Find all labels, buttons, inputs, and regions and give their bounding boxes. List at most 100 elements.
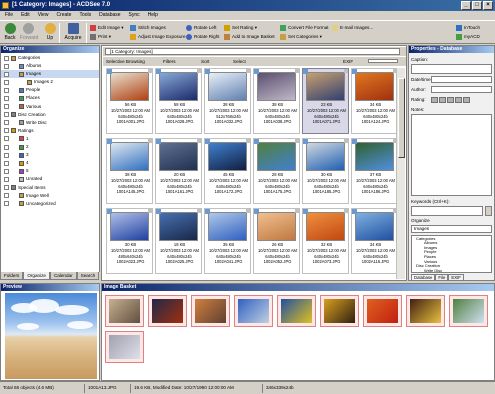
tag-checkbox[interactable] xyxy=(197,209,201,213)
keywords-button[interactable] xyxy=(485,206,492,216)
thumbnail[interactable]: 26 KB 10/27/2003 12:00 AM 640x480x24b 1002A… xyxy=(253,208,300,274)
thumbnail[interactable]: 56 KB 10/27/2003 12:00 AM 640x480x24b 1001A… xyxy=(106,68,153,134)
thumbnail[interactable]: 32 KB 10/27/2003 12:00 AM 640x480x24b 1002A… xyxy=(302,208,349,274)
back-button[interactable]: Back xyxy=(2,22,18,41)
select-button[interactable]: Select xyxy=(233,57,246,66)
intouch-button[interactable]: InTouch xyxy=(456,24,480,32)
minimize-button[interactable]: _ xyxy=(461,1,471,10)
zoom-slider[interactable] xyxy=(368,59,398,63)
tree-checkbox[interactable] xyxy=(4,128,9,134)
tag-checkbox[interactable] xyxy=(148,139,152,143)
basket-item[interactable] xyxy=(320,295,359,327)
tree-item[interactable]: 5 xyxy=(1,167,99,175)
tag-checkbox[interactable] xyxy=(148,69,152,73)
properties-tree-item[interactable]: Write Disc xyxy=(424,268,442,274)
menu-file[interactable]: File xyxy=(5,11,13,20)
thumbnail[interactable]: 38 KB 10/27/2003 12:00 AM 640x480x24b 1001A… xyxy=(106,138,153,204)
thumbnail[interactable]: 45 KB 10/27/2003 12:00 AM 640x480x24b 1001A… xyxy=(204,138,251,204)
tree-checkbox[interactable] xyxy=(4,63,9,69)
thumbnail[interactable]: 58 KB 10/27/2003 12:00 AM 640x480x24b 1001A… xyxy=(155,68,202,134)
tag-checkbox[interactable] xyxy=(295,209,299,213)
convert-format-button[interactable]: Convert File Format xyxy=(280,24,329,32)
tab-search[interactable]: Search xyxy=(76,272,100,280)
tag-checkbox[interactable] xyxy=(295,69,299,73)
tree-item[interactable]: Write Disc xyxy=(1,119,99,127)
tag-checkbox[interactable] xyxy=(197,139,201,143)
tab-organize[interactable]: Organize xyxy=(23,272,50,280)
tree-checkbox[interactable] xyxy=(4,112,9,118)
up-button[interactable]: Up xyxy=(42,22,58,41)
adjust-exposure-button[interactable]: Adjust Image Exposure xyxy=(130,33,186,41)
thumbnail[interactable]: 18 KB 10/27/2003 12:00 AM 640x480x24b 1002A… xyxy=(155,208,202,274)
menu-create[interactable]: Create xyxy=(56,11,71,20)
stitch-button[interactable]: Stitch Images xyxy=(130,24,166,32)
set-categories-button[interactable]: Set Categories ▾ xyxy=(280,33,322,41)
maximize-button[interactable]: □ xyxy=(472,1,482,10)
thumbnail[interactable]: 34 KB 10/27/2003 12:00 AM 640x480x24b 1001A… xyxy=(351,68,398,134)
tree-item[interactable]: People xyxy=(1,86,99,94)
tag-checkbox[interactable] xyxy=(148,209,152,213)
add-basket-button[interactable]: Add to Image Basket xyxy=(224,33,275,41)
keywords-field[interactable] xyxy=(411,206,483,216)
tree-checkbox[interactable] xyxy=(4,87,9,93)
tree-checkbox[interactable] xyxy=(4,152,9,158)
author-field[interactable] xyxy=(431,86,492,93)
tree-item[interactable]: Various xyxy=(1,103,99,111)
tab-database[interactable]: Database xyxy=(411,274,436,281)
menu-sync[interactable]: Sync xyxy=(129,11,140,20)
thumbnail[interactable]: 23 KB 10/27/2003 12:00 AM 640x480x24b 1001A… xyxy=(302,68,349,134)
email-button[interactable]: E-mail Images... xyxy=(332,24,373,32)
tree-checkbox[interactable] xyxy=(4,176,9,182)
basket-item[interactable] xyxy=(191,295,230,327)
tab-folders[interactable]: Folders xyxy=(0,272,24,280)
tree-item[interactable]: Image Well xyxy=(1,192,99,200)
notes-field[interactable] xyxy=(411,114,492,196)
filters-button[interactable]: Filters xyxy=(163,57,176,66)
tree-item[interactable]: Places xyxy=(1,94,99,102)
menu-edit[interactable]: Edit xyxy=(21,11,30,20)
basket-item[interactable] xyxy=(277,295,316,327)
set-rating-button[interactable]: Set Rating ▾ xyxy=(224,24,257,32)
basket-item[interactable] xyxy=(148,295,187,327)
tag-checkbox[interactable] xyxy=(344,69,348,73)
close-button[interactable]: × xyxy=(483,1,493,10)
basket-item[interactable] xyxy=(406,295,445,327)
basket-item[interactable] xyxy=(234,295,273,327)
tree-checkbox[interactable] xyxy=(4,104,9,110)
basket-item[interactable] xyxy=(105,331,144,363)
tree-checkbox[interactable] xyxy=(4,185,9,190)
thumbnail[interactable]: 28 KB 10/27/2003 12:00 AM 640x480x24b 1001A… xyxy=(253,138,300,204)
tag-checkbox[interactable] xyxy=(246,209,250,213)
basket-item[interactable] xyxy=(449,295,488,327)
tree-item[interactable]: Ratings xyxy=(1,127,99,135)
thumbnail[interactable]: 30 KB 10/27/2003 12:00 AM 480x640x24b 1002A… xyxy=(106,208,153,274)
vertical-scrollbar[interactable] xyxy=(396,68,405,279)
tree-item[interactable]: Images 2 xyxy=(1,78,99,86)
menu-view[interactable]: View xyxy=(38,11,49,20)
tree-checkbox[interactable] xyxy=(4,144,9,150)
menu-tools[interactable]: Tools xyxy=(79,11,91,20)
tree-item[interactable]: Uncategorized xyxy=(1,200,99,208)
rotate-left-button[interactable]: Rotate Left xyxy=(186,24,216,32)
menu-database[interactable]: Database xyxy=(99,11,120,20)
tree-item[interactable]: 4 xyxy=(1,159,99,167)
rating-selector[interactable] xyxy=(431,97,470,103)
menu-help[interactable]: Help xyxy=(148,11,158,20)
tree-item[interactable]: Albums xyxy=(1,62,99,70)
tree-checkbox[interactable] xyxy=(4,55,9,61)
thumbnail[interactable]: 38 KB 10/27/2003 12:00 AM 512x768x24b 1001A… xyxy=(204,68,251,134)
view-mode-button[interactable]: EXIF xyxy=(343,57,353,66)
organize-dropdown[interactable]: Images xyxy=(411,225,492,233)
tree-checkbox[interactable] xyxy=(4,79,9,85)
tab-calendar[interactable]: Calendar xyxy=(49,272,77,280)
myacd-button[interactable]: myACD xyxy=(456,33,480,41)
tree-checkbox[interactable] xyxy=(4,95,9,101)
tag-checkbox[interactable] xyxy=(246,69,250,73)
tag-checkbox[interactable] xyxy=(344,209,348,213)
tree-checkbox[interactable] xyxy=(4,71,9,77)
tree-checkbox[interactable] xyxy=(4,120,9,126)
address-input[interactable]: [1 Category: Images] xyxy=(105,48,400,55)
tree-item[interactable]: 2 xyxy=(1,143,99,151)
scroll-thumb[interactable] xyxy=(398,78,405,158)
print-button[interactable]: Print ▾ xyxy=(90,33,111,41)
